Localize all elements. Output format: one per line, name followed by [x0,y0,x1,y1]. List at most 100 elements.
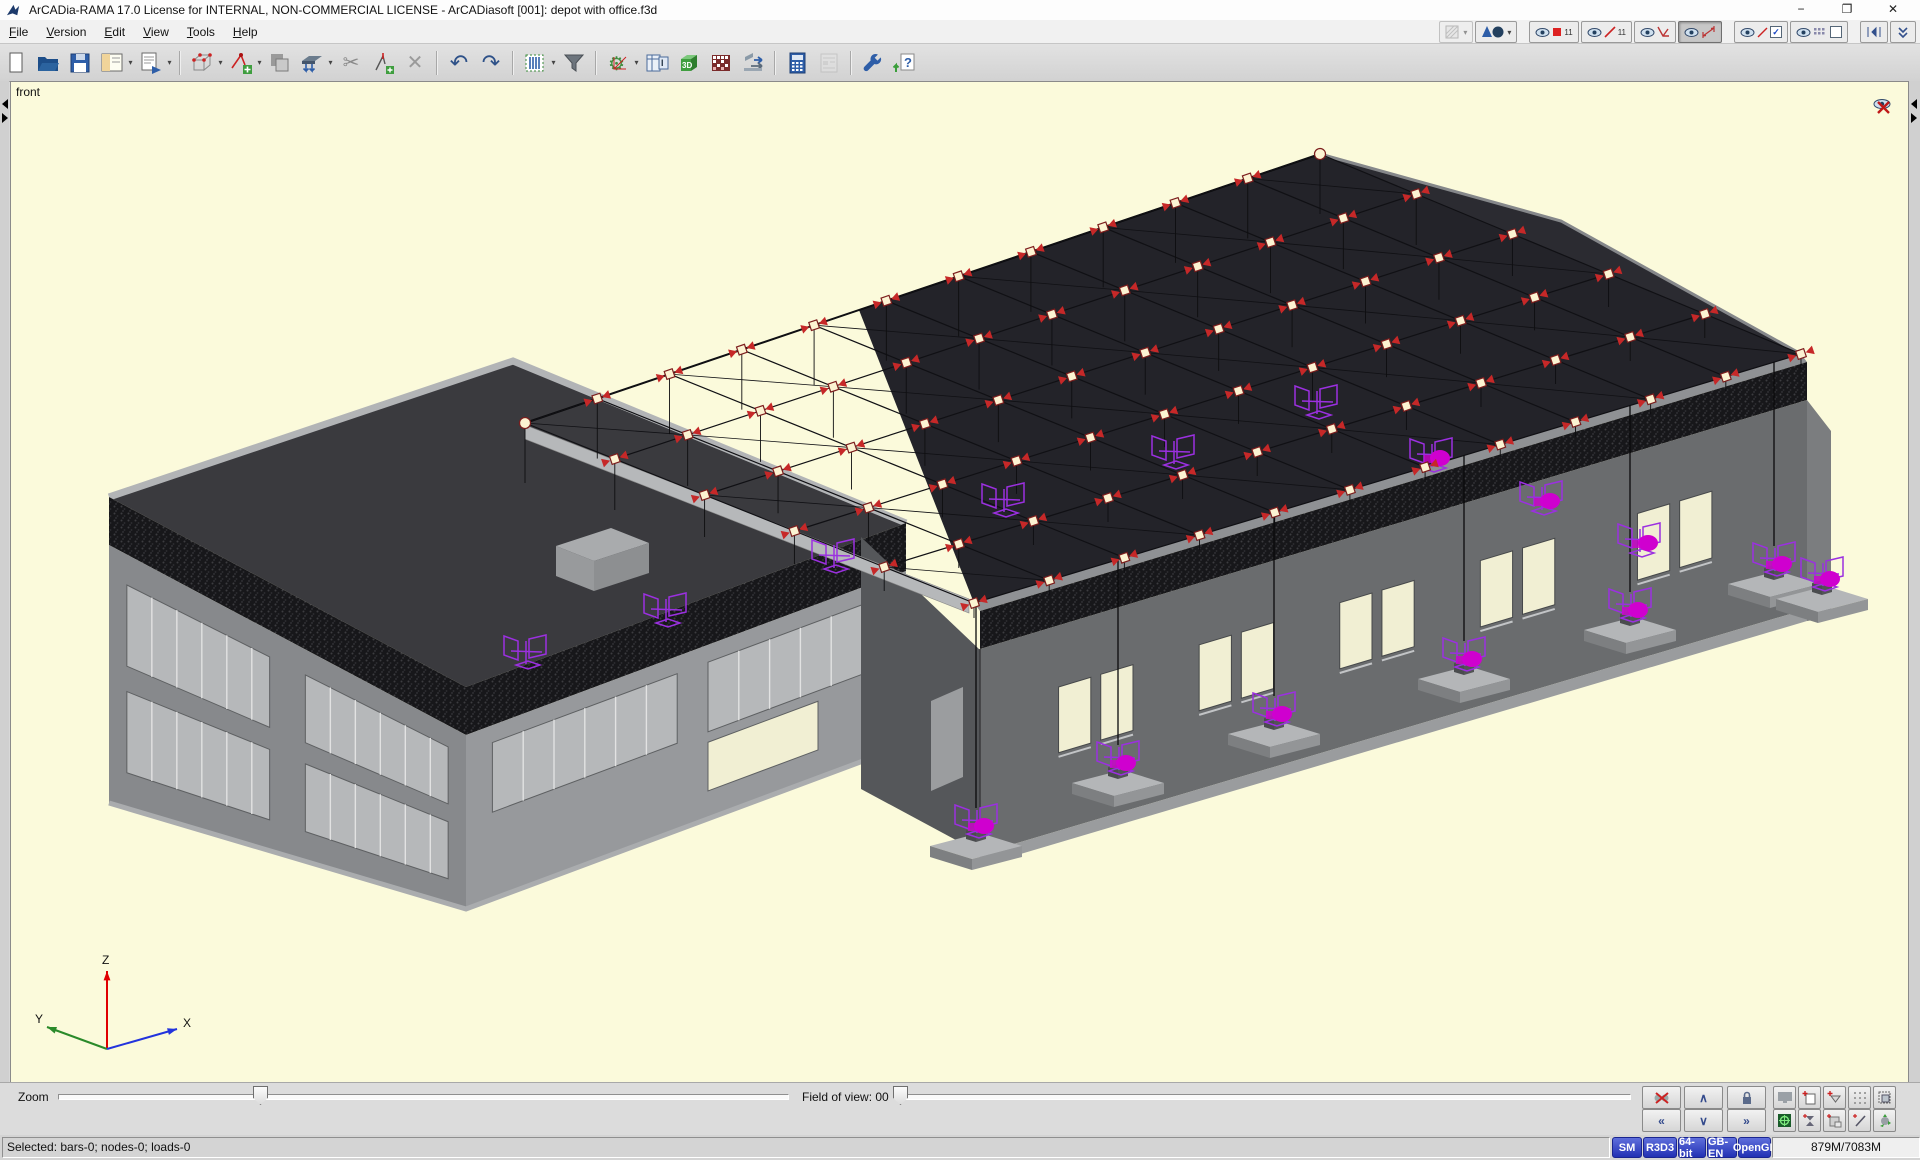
nav-grid-dots-button[interactable] [1848,1086,1871,1109]
toolbar-separator [595,51,597,75]
menu-edit[interactable]: Edit [95,23,134,41]
nav-selection-frame-button[interactable] [1873,1086,1896,1109]
nav-add-triangle-button[interactable] [1823,1086,1846,1109]
toolbar-wrench-button[interactable] [859,49,887,77]
toolbar-help-button[interactable]: ? [891,49,919,77]
svg-text:⚙: ⚙ [608,54,625,75]
toolbar-save-button[interactable] [66,49,94,77]
view-toggle-mesh-visibility[interactable] [1790,21,1848,43]
status-badge-sm: SM [1612,1137,1642,1158]
status-bar: Selected: bars-0; nodes-0; loads-0 SMR3D… [0,1135,1920,1160]
hide-view-icon[interactable] [1872,96,1894,116]
toolbar-delete-button[interactable]: ✕ [401,49,429,77]
bottom-bar: Zoom Field of view: 00 ∧«∨» [0,1082,1920,1136]
nav-draw-line-button[interactable] [1848,1109,1871,1132]
toolbar-calculations-button[interactable]: ⚙ [604,49,632,77]
toolbar-generators-button[interactable] [298,49,326,77]
view-toggle-bar-numbers[interactable]: 11 [1581,21,1632,43]
nav-add-rect-button[interactable] [1798,1086,1821,1109]
menu-file[interactable]: File [0,23,37,41]
toolbar-report-button[interactable] [815,49,843,77]
main-toolbar: ▾▾▾▾▾✂✕↶↷▾⚙▾I3D? [0,43,1920,82]
toolbar-project-manager-button[interactable] [98,49,126,77]
splitter-arrow-left-icon[interactable] [2,99,8,109]
nav-pan-down-button[interactable]: ∨ [1684,1109,1723,1132]
menu-tools[interactable]: Tools [178,23,224,41]
right-splitter[interactable] [1908,81,1920,1082]
view-toggle-collapse[interactable] [1890,21,1916,43]
nav-pan-left-button[interactable]: « [1642,1109,1681,1132]
zoom-slider[interactable] [58,1094,789,1100]
toolbar-filter-button[interactable] [560,49,588,77]
svg-text:I: I [661,58,664,68]
axis-y-label: Y [35,1012,43,1026]
menu-view[interactable]: View [134,23,178,41]
toolbar-view-3d-button[interactable]: 3D [675,49,703,77]
toolbar-project-manager-dropdown[interactable]: ▾ [126,58,135,67]
nav-lock-view-button[interactable] [1727,1086,1766,1109]
nav-wait-select-button[interactable] [1798,1109,1821,1132]
close-button[interactable]: ✕ [1876,0,1910,19]
nav-rotate-tool-button[interactable] [1873,1109,1896,1132]
menu-version[interactable]: Version [37,23,95,41]
toolbar-separator [179,51,181,75]
view-toggle-supports[interactable] [1634,21,1676,43]
splitter-arrow-left-icon[interactable] [1911,99,1917,109]
nav-find-off-button[interactable] [1642,1086,1681,1109]
minimize-button[interactable]: − [1784,0,1818,19]
toolbar-sections-dropdown[interactable]: ▾ [549,58,558,67]
zoom-slider-thumb[interactable] [253,1086,268,1105]
view-toggle-loads[interactable]: ✓ [1734,21,1788,43]
toolbar-calculations-dropdown[interactable]: ▾ [632,58,641,67]
view-toggle-render-mode[interactable]: ▾ [1439,21,1473,43]
toolbar-calculator-button[interactable] [783,49,811,77]
toolbar-undo-button[interactable]: ↶ [445,49,473,77]
memory-indicator: 879M/7083M [1772,1137,1920,1158]
toolbar-mesh-button[interactable] [707,49,735,77]
toolbar-new-structure-button[interactable] [188,49,216,77]
toolbar-sections-button[interactable] [521,49,549,77]
splitter-arrow-right-icon[interactable] [1911,113,1917,123]
toolbar-results-table-button[interactable]: I [643,49,671,77]
axis-z-label: Z [102,953,109,967]
nav-grid-add-button[interactable] [1823,1109,1846,1132]
toolbar-align-button[interactable] [739,49,767,77]
toolbar-copy-button[interactable] [266,49,294,77]
toolbar-reports-button[interactable] [137,49,165,77]
status-badge-opengl: OpenGL [1738,1137,1771,1158]
view-name-label: front [16,85,40,99]
nav-screen-button[interactable] [1773,1086,1796,1109]
nav-pan-right-button[interactable]: » [1727,1109,1766,1132]
view-toggle-fit-view[interactable] [1860,21,1888,43]
title-bar: ArCADia-RAMA 17.0 License for INTERNAL, … [0,0,1920,21]
structure-model[interactable]: ZYX [11,82,1908,1083]
status-badge-r3d3: R3D3 [1643,1137,1677,1158]
nav-target-green-button[interactable] [1773,1109,1796,1132]
toolbar-open-button[interactable] [34,49,62,77]
field-of-view-label: Field of view: 00 [802,1090,889,1104]
toolbar-new-button[interactable] [2,49,30,77]
svg-text:?: ? [904,55,912,70]
toolbar-add-node-button[interactable] [369,49,397,77]
splitter-arrow-right-icon[interactable] [2,113,8,123]
toolbar-new-structure-dropdown[interactable]: ▾ [216,58,225,67]
menu-help[interactable]: Help [224,23,267,41]
toolbar-add-bar-dropdown[interactable]: ▾ [255,58,264,67]
field-of-view-slider[interactable] [900,1094,1631,1100]
left-splitter[interactable] [0,81,9,1082]
toolbar-generators-dropdown[interactable]: ▾ [326,58,335,67]
toolbar-redo-button[interactable]: ↷ [477,49,505,77]
3d-viewport[interactable]: ZYX front [10,81,1909,1084]
view-toggle-dimensions[interactable] [1678,21,1722,43]
restore-button[interactable]: ❐ [1830,0,1864,19]
field-of-view-slider-thumb[interactable] [893,1086,908,1105]
toolbar-reports-dropdown[interactable]: ▾ [165,58,174,67]
toolbar-add-bar-button[interactable] [227,49,255,77]
toolbar-separator [436,51,438,75]
view-toggle-node-numbers[interactable]: 11 [1529,21,1578,43]
nav-pan-up-button[interactable]: ∧ [1684,1086,1723,1109]
svg-text:3D: 3D [682,61,692,70]
view-toggle-display-style[interactable]: ▾ [1475,21,1517,43]
toolbar-separator [512,51,514,75]
toolbar-cut-button[interactable]: ✂ [337,49,365,77]
